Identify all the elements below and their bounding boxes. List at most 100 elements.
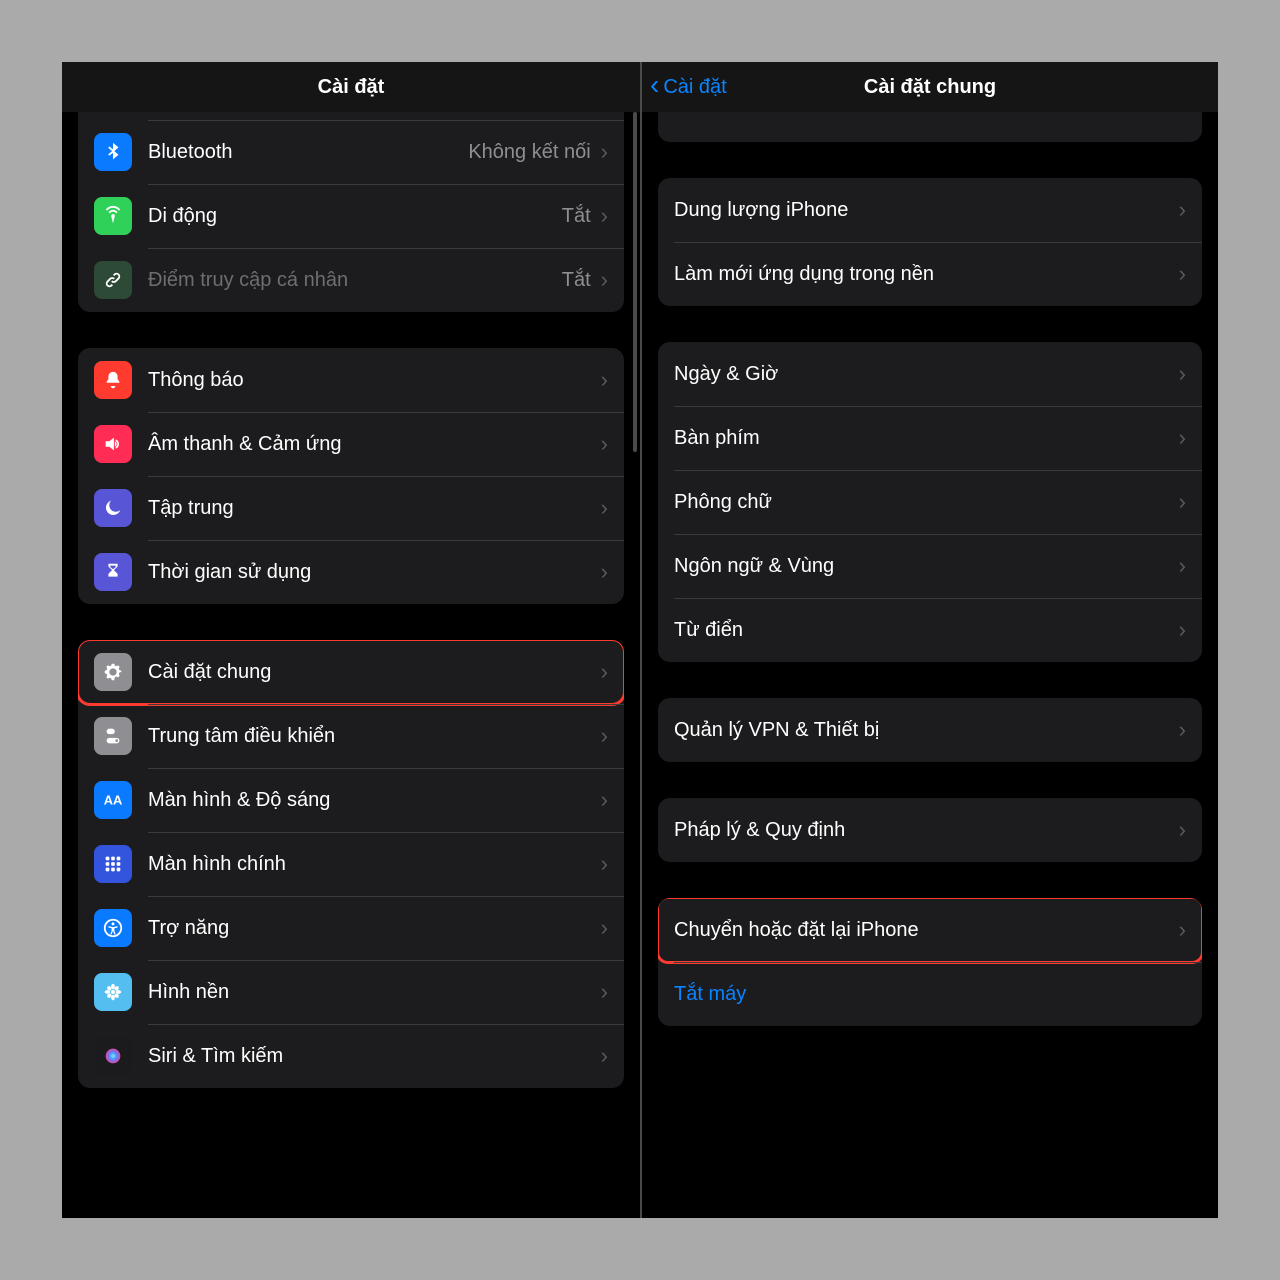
general-group: Dung lượng iPhone›Làm mới ứng dụng trong… (658, 178, 1202, 306)
settings-scroll[interactable]: BluetoothKhông kết nối›Di độngTắt›Điểm t… (62, 112, 640, 1218)
link-icon (94, 261, 132, 299)
general-group: Quản lý VPN & Thiết bị› (658, 698, 1202, 762)
row-label: Dung lượng iPhone (674, 199, 1179, 222)
row-fonts[interactable]: Phông chữ› (658, 470, 1202, 534)
general-pane: ‹ Cài đặt Cài đặt chung Dung lượng iPhon… (640, 62, 1218, 1218)
row-mobile[interactable]: Di độngTắt› (78, 184, 624, 248)
row-vpn[interactable]: Quản lý VPN & Thiết bị› (658, 698, 1202, 762)
row-value: Tắt (562, 205, 591, 228)
chevron-right-icon: › (1179, 361, 1186, 387)
row-notifications[interactable]: Thông báo› (78, 348, 624, 412)
access-icon (94, 909, 132, 947)
row-storage[interactable]: Dung lượng iPhone› (658, 178, 1202, 242)
chevron-right-icon: › (601, 139, 608, 165)
antenna-icon (94, 197, 132, 235)
row-language[interactable]: Ngôn ngữ & Vùng› (658, 534, 1202, 598)
row-label: Âm thanh & Cảm ứng (148, 433, 601, 456)
row-datetime[interactable]: Ngày & Giờ› (658, 342, 1202, 406)
aa-icon: AA (94, 781, 132, 819)
row-general[interactable]: Cài đặt chung› (78, 640, 624, 704)
row-label: Tắt máy (674, 983, 1186, 1006)
row-label: Ngôn ngữ & Vùng (674, 555, 1179, 578)
row-label: Siri & Tìm kiếm (148, 1045, 601, 1068)
row-value: Không kết nối (468, 141, 590, 164)
row-label: Thông báo (148, 369, 601, 392)
bluetooth-icon (94, 133, 132, 171)
chevron-right-icon: › (601, 203, 608, 229)
row-value: Tắt (562, 269, 591, 292)
row-label: Trợ năng (148, 917, 601, 940)
row-label: Từ điển (674, 619, 1179, 642)
row-siri[interactable]: Siri & Tìm kiếm› (78, 1024, 624, 1088)
row-label: Cài đặt chung (148, 661, 601, 684)
row-label: Làm mới ứng dụng trong nền (674, 263, 1179, 286)
row-label: Màn hình chính (148, 853, 601, 876)
row-control-center[interactable]: Trung tâm điều khiển› (78, 704, 624, 768)
row-home-screen[interactable]: Màn hình chính› (78, 832, 624, 896)
general-group: Chuyển hoặc đặt lại iPhone› Tắt máy (658, 898, 1202, 1026)
scrollbar[interactable] (633, 112, 637, 452)
row-label: Điểm truy cập cá nhân (148, 269, 562, 292)
siri-icon (94, 1037, 132, 1075)
row-focus[interactable]: Tập trung› (78, 476, 624, 540)
row-wallpaper[interactable]: Hình nền› (78, 960, 624, 1024)
row-label: Hình nền (148, 981, 601, 1004)
speaker-icon (94, 425, 132, 463)
chevron-right-icon: › (601, 431, 608, 457)
settings-group: Thông báo›Âm thanh & Cảm ứng›Tập trung›T… (78, 348, 624, 604)
gear-icon (94, 653, 132, 691)
row-label: Phông chữ (674, 491, 1179, 514)
navbar-title: Cài đặt (318, 76, 385, 99)
flower-icon (94, 973, 132, 1011)
row-label: Chuyển hoặc đặt lại iPhone (674, 919, 1179, 942)
row-sounds[interactable]: Âm thanh & Cảm ứng› (78, 412, 624, 476)
row-label: Bluetooth (148, 141, 468, 164)
row-dictionary[interactable]: Từ điển› (658, 598, 1202, 662)
chevron-right-icon: › (1179, 261, 1186, 287)
row-shutdown[interactable]: Tắt máy (658, 962, 1202, 1026)
back-button[interactable]: ‹ Cài đặt (650, 62, 727, 112)
bell-icon (94, 361, 132, 399)
dual-screenshot-frame: Cài đặt BluetoothKhông kết nối›Di độngTắ… (62, 62, 1218, 1218)
row-accessibility[interactable]: Trợ năng› (78, 896, 624, 960)
chevron-right-icon: › (601, 367, 608, 393)
chevron-right-icon: › (601, 851, 608, 877)
row-bg-refresh[interactable]: Làm mới ứng dụng trong nền› (658, 242, 1202, 306)
chevron-right-icon: › (601, 495, 608, 521)
chevron-right-icon: › (1179, 717, 1186, 743)
back-label: Cài đặt (663, 76, 726, 99)
chevron-right-icon: › (1179, 553, 1186, 579)
grid-icon (94, 845, 132, 883)
chevron-right-icon: › (601, 659, 608, 685)
chevron-right-icon: › (1179, 425, 1186, 451)
row-screentime[interactable]: Thời gian sử dụng› (78, 540, 624, 604)
row-label: Bàn phím (674, 427, 1179, 450)
chevron-right-icon: › (1179, 917, 1186, 943)
row-label: Tập trung (148, 497, 601, 520)
chevron-right-icon: › (1179, 617, 1186, 643)
chevron-right-icon: › (601, 1043, 608, 1069)
row-hotspot[interactable]: Điểm truy cập cá nhânTắt › (78, 248, 624, 312)
navbar-settings: Cài đặt (62, 62, 640, 112)
row-bluetooth[interactable]: BluetoothKhông kết nối › (78, 120, 624, 184)
general-scroll[interactable]: Dung lượng iPhone›Làm mới ứng dụng trong… (642, 112, 1218, 1218)
switches-icon (94, 717, 132, 755)
chevron-right-icon: › (601, 915, 608, 941)
settings-group: Cài đặt chung›Trung tâm điều khiển›AAMàn… (78, 640, 624, 1088)
settings-group: BluetoothKhông kết nối›Di độngTắt›Điểm t… (78, 112, 624, 312)
row-label: Màn hình & Độ sáng (148, 789, 601, 812)
chevron-right-icon: › (1179, 197, 1186, 223)
row-transfer-reset[interactable]: Chuyển hoặc đặt lại iPhone› (658, 898, 1202, 962)
row-label: Quản lý VPN & Thiết bị (674, 719, 1179, 742)
svg-text:AA: AA (104, 793, 123, 808)
row-display[interactable]: AAMàn hình & Độ sáng› (78, 768, 624, 832)
row-label: Ngày & Giờ (674, 363, 1179, 386)
chevron-right-icon: › (1179, 817, 1186, 843)
general-group: Pháp lý & Quy định› (658, 798, 1202, 862)
settings-pane: Cài đặt BluetoothKhông kết nối›Di độngTắ… (62, 62, 640, 1218)
partial-row (78, 112, 624, 120)
row-keyboard[interactable]: Bàn phím› (658, 406, 1202, 470)
row-legal[interactable]: Pháp lý & Quy định› (658, 798, 1202, 862)
chevron-right-icon: › (601, 267, 608, 293)
chevron-right-icon: › (1179, 489, 1186, 515)
